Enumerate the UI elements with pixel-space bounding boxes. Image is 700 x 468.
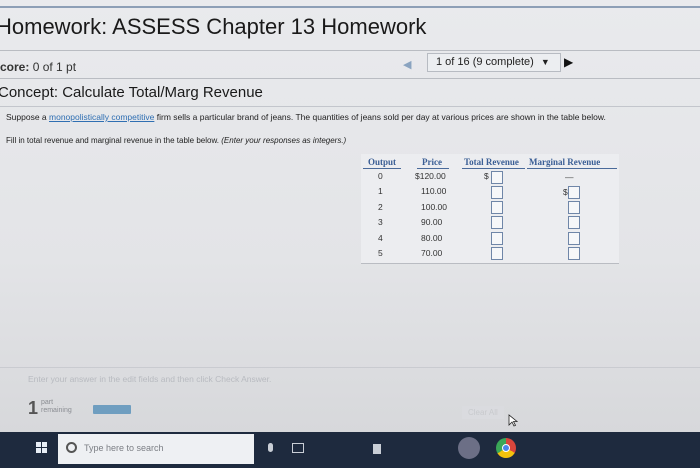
question-intro-after: firm sells a particular brand of jeans. … — [154, 112, 606, 122]
price-cell: 110.00 — [421, 186, 447, 196]
header-price: Price — [422, 157, 442, 167]
parts-remaining-count: 1 — [28, 398, 39, 418]
total-revenue-input-5[interactable] — [491, 247, 503, 260]
header-marginal-revenue: Marginal Revenue — [529, 157, 601, 167]
revenue-table: Output Price Total Revenue Marginal Reve… — [361, 154, 619, 264]
next-question-icon[interactable]: ▶ — [564, 55, 573, 69]
chrome-icon[interactable] — [496, 438, 516, 458]
windows-start-icon[interactable] — [36, 442, 48, 454]
header-underline — [417, 168, 449, 169]
divider — [0, 78, 700, 79]
app-icon[interactable] — [458, 437, 480, 459]
total-revenue-input-4[interactable] — [491, 232, 503, 245]
question-intro-before: Suppose a — [6, 112, 50, 122]
parts-label-line2: remaining — [41, 407, 72, 414]
price-cell: 90.00 — [421, 217, 443, 227]
footer-instruction: Enter your answer in the edit fields and… — [28, 374, 272, 384]
instruction-text: Fill in total revenue and marginal reven… — [6, 136, 220, 145]
header-underline — [527, 168, 617, 169]
score-value: 0 of 1 pt — [32, 60, 77, 74]
marginal-revenue-input-2[interactable] — [568, 201, 580, 214]
taskbar-search-box[interactable]: Type here to search — [58, 434, 254, 464]
top-border — [0, 6, 700, 8]
mouse-cursor-icon — [508, 414, 518, 427]
header-output: Output — [368, 157, 397, 167]
question-selector-label: 1 of 16 (9 complete) — [436, 56, 534, 68]
marginal-revenue-input-1[interactable] — [568, 186, 580, 199]
clear-all-button[interactable]: Clear All — [462, 406, 504, 419]
instruction-hint: (Enter your responses as integers.) — [221, 136, 347, 145]
question-text: Suppose a monopolistically competitive f… — [6, 112, 606, 122]
price-cell: 80.00 — [421, 233, 443, 243]
concept-title: Concept: Calculate Total/Marg Revenue — [0, 84, 263, 101]
search-placeholder: Type here to search — [84, 443, 164, 453]
price-cell: $120.00 — [415, 171, 446, 181]
price-cell: 100.00 — [421, 202, 447, 212]
caret-down-icon: ▼ — [540, 57, 550, 67]
output-cell: 0 — [378, 171, 383, 181]
output-cell: 1 — [378, 186, 383, 196]
total-revenue-input-0[interactable] — [491, 171, 503, 184]
output-cell: 2 — [378, 202, 383, 212]
header-underline — [363, 168, 401, 169]
glossary-link[interactable]: monopolistically competitive — [49, 112, 154, 122]
header-total-revenue: Total Revenue — [464, 157, 519, 167]
parts-remaining-label: part remaining — [41, 399, 72, 415]
search-icon — [66, 442, 77, 453]
output-cell: 3 — [378, 217, 383, 227]
marginal-revenue-input-3[interactable] — [568, 216, 580, 229]
price-cell: 70.00 — [421, 248, 443, 258]
progress-bar — [93, 405, 131, 414]
parts-label-line1: part — [41, 399, 54, 406]
total-revenue-input-1[interactable] — [491, 186, 503, 199]
marginal-revenue-input-5[interactable] — [568, 247, 580, 260]
homework-page: Homework: ASSESS Chapter 13 Homework cor… — [0, 0, 700, 432]
score-label: core: — [0, 60, 30, 74]
header-underline — [462, 168, 525, 169]
previous-question-icon[interactable]: ◀ — [403, 58, 411, 71]
divider — [0, 106, 700, 107]
score: core: 0 of 1 pt — [0, 60, 76, 74]
taskbar: Type here to search — [0, 432, 700, 468]
page-title: Homework: ASSESS Chapter 13 Homework — [0, 14, 427, 39]
marginal-revenue-na: — — [565, 172, 574, 182]
divider — [0, 367, 700, 368]
task-view-icon[interactable] — [292, 443, 304, 453]
output-cell: 5 — [378, 248, 383, 258]
output-cell: 4 — [378, 233, 383, 243]
question-selector[interactable]: 1 of 16 (9 complete) ▼ — [427, 53, 561, 72]
dollar-sign: $ — [484, 171, 489, 181]
total-revenue-input-2[interactable] — [491, 201, 503, 214]
total-revenue-input-3[interactable] — [491, 216, 503, 229]
question-instruction: Fill in total revenue and marginal reven… — [6, 136, 346, 145]
table-bottom-border — [361, 263, 619, 264]
divider — [0, 50, 700, 51]
microphone-icon[interactable] — [268, 443, 273, 452]
file-explorer-icon[interactable] — [373, 444, 381, 454]
marginal-revenue-input-4[interactable] — [568, 232, 580, 245]
